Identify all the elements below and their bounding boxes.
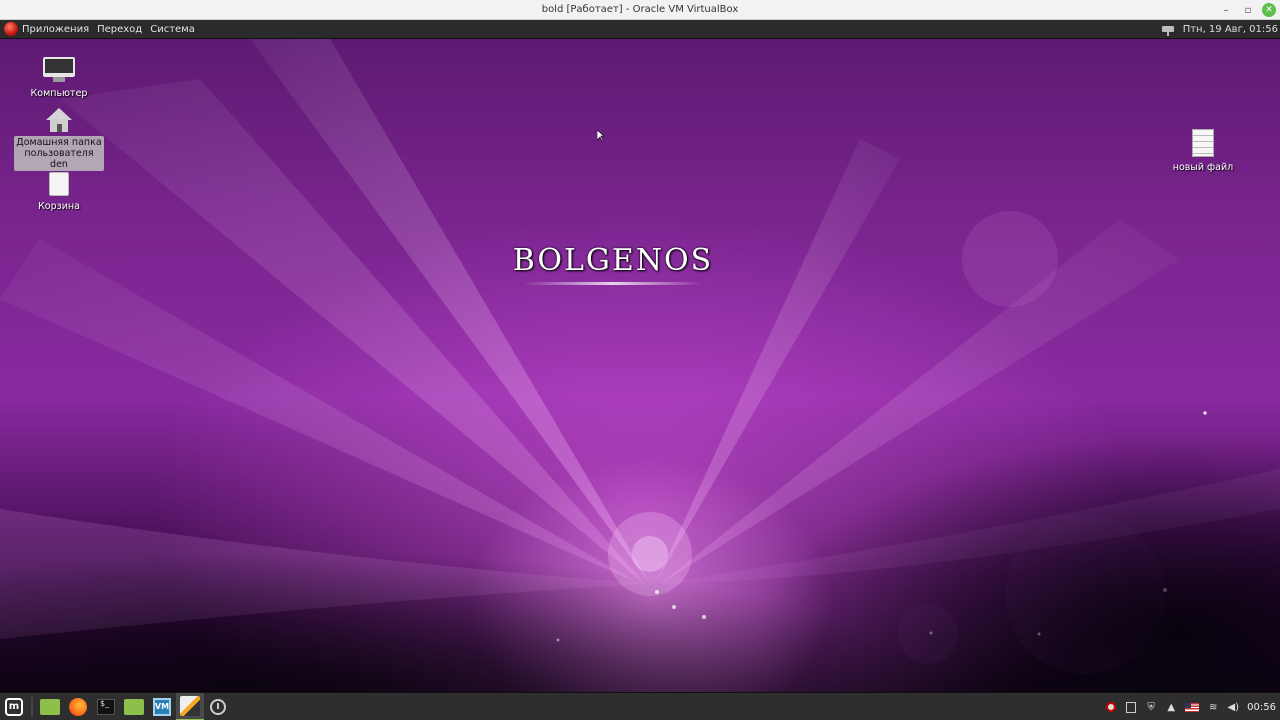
desktop-icon-computer[interactable]: Компьютер xyxy=(14,57,104,100)
firefox-icon xyxy=(69,697,87,716)
maximize-button[interactable]: ▫ xyxy=(1240,2,1256,18)
trash-icon xyxy=(49,172,69,196)
computer-icon xyxy=(43,57,75,83)
menu-applications[interactable]: Приложения xyxy=(22,24,89,35)
files-icon xyxy=(40,698,60,715)
menu-system[interactable]: Система xyxy=(150,24,195,35)
applications-logo-icon[interactable] xyxy=(4,22,18,36)
mint-menu-icon: m xyxy=(5,697,23,716)
text-editor-task[interactable] xyxy=(176,692,204,720)
text-file-icon xyxy=(1192,129,1214,157)
minimize-button[interactable]: – xyxy=(1218,2,1234,18)
taskbar-clock[interactable]: 00:56 xyxy=(1247,702,1276,713)
desktop-icon-new-file[interactable]: новый файл xyxy=(1158,129,1248,174)
network-icon[interactable] xyxy=(1161,24,1177,36)
host-window-titlebar[interactable]: bold [Работает] - Oracle VM VirtualBox –… xyxy=(0,0,1280,20)
desktop[interactable]: BOLGENOS Компьютер Домашняя папка пользо… xyxy=(0,39,1280,692)
update-manager-icon[interactable]: ▲ xyxy=(1165,701,1177,713)
close-button[interactable]: ✕ xyxy=(1262,3,1276,17)
desktop-icon-home-folder[interactable]: Домашняя папка пользователя den xyxy=(14,108,104,171)
show-desktop-button[interactable] xyxy=(36,693,64,720)
terminal-launcher[interactable]: $_ xyxy=(92,693,120,720)
clock-app-task[interactable] xyxy=(204,693,232,720)
wallpaper xyxy=(0,39,1280,674)
desktop-icon-trash[interactable]: Корзина xyxy=(14,172,104,213)
mint-menu-button[interactable]: m xyxy=(0,693,28,720)
recording-indicator-icon[interactable] xyxy=(1105,701,1117,713)
desktop-icon-label: новый файл xyxy=(1172,162,1234,173)
wifi-icon[interactable]: ≋ xyxy=(1207,701,1219,713)
mouse-cursor-icon xyxy=(597,130,605,142)
menu-places[interactable]: Переход xyxy=(97,24,142,35)
host-window-title: bold [Работает] - Oracle VM VirtualBox xyxy=(541,4,739,15)
host-window-controls: – ▫ ✕ xyxy=(1218,0,1276,20)
keyboard-layout-flag-icon[interactable] xyxy=(1185,702,1200,712)
text-editor-icon xyxy=(180,695,200,716)
panel-datetime[interactable]: Птн, 19 Авг, 01:56 xyxy=(1183,24,1278,35)
brand-text: BOLGENOS xyxy=(512,243,714,278)
volume-icon[interactable]: ◀) xyxy=(1227,701,1239,713)
file-manager-launcher[interactable] xyxy=(120,693,148,720)
firefox-launcher[interactable] xyxy=(64,693,92,720)
brand-logo: BOLGENOS xyxy=(0,243,1226,285)
terminal-icon: $_ xyxy=(97,698,115,715)
top-panel: Приложения Переход Система Птн, 19 Авг, … xyxy=(0,20,1280,39)
desktop-icon-label: Компьютер xyxy=(30,88,88,99)
clipboard-icon[interactable] xyxy=(1125,701,1137,713)
shield-icon[interactable]: ⛨ xyxy=(1145,701,1157,713)
taskbar: m $_ VM ⛨ ▲ ≋ ◀) 00:56 xyxy=(0,692,1280,720)
desktop-icon-label: Корзина xyxy=(38,201,80,212)
brand-underline xyxy=(523,282,703,285)
virtualbox-launcher[interactable]: VM xyxy=(148,693,176,720)
desktop-icon-label: Домашняя папка пользователя den xyxy=(14,136,104,171)
virtualbox-icon: VM xyxy=(153,697,171,716)
folder-icon xyxy=(124,698,144,715)
clock-app-icon xyxy=(210,698,226,715)
home-folder-icon xyxy=(46,108,72,134)
taskbar-separator xyxy=(31,696,33,717)
